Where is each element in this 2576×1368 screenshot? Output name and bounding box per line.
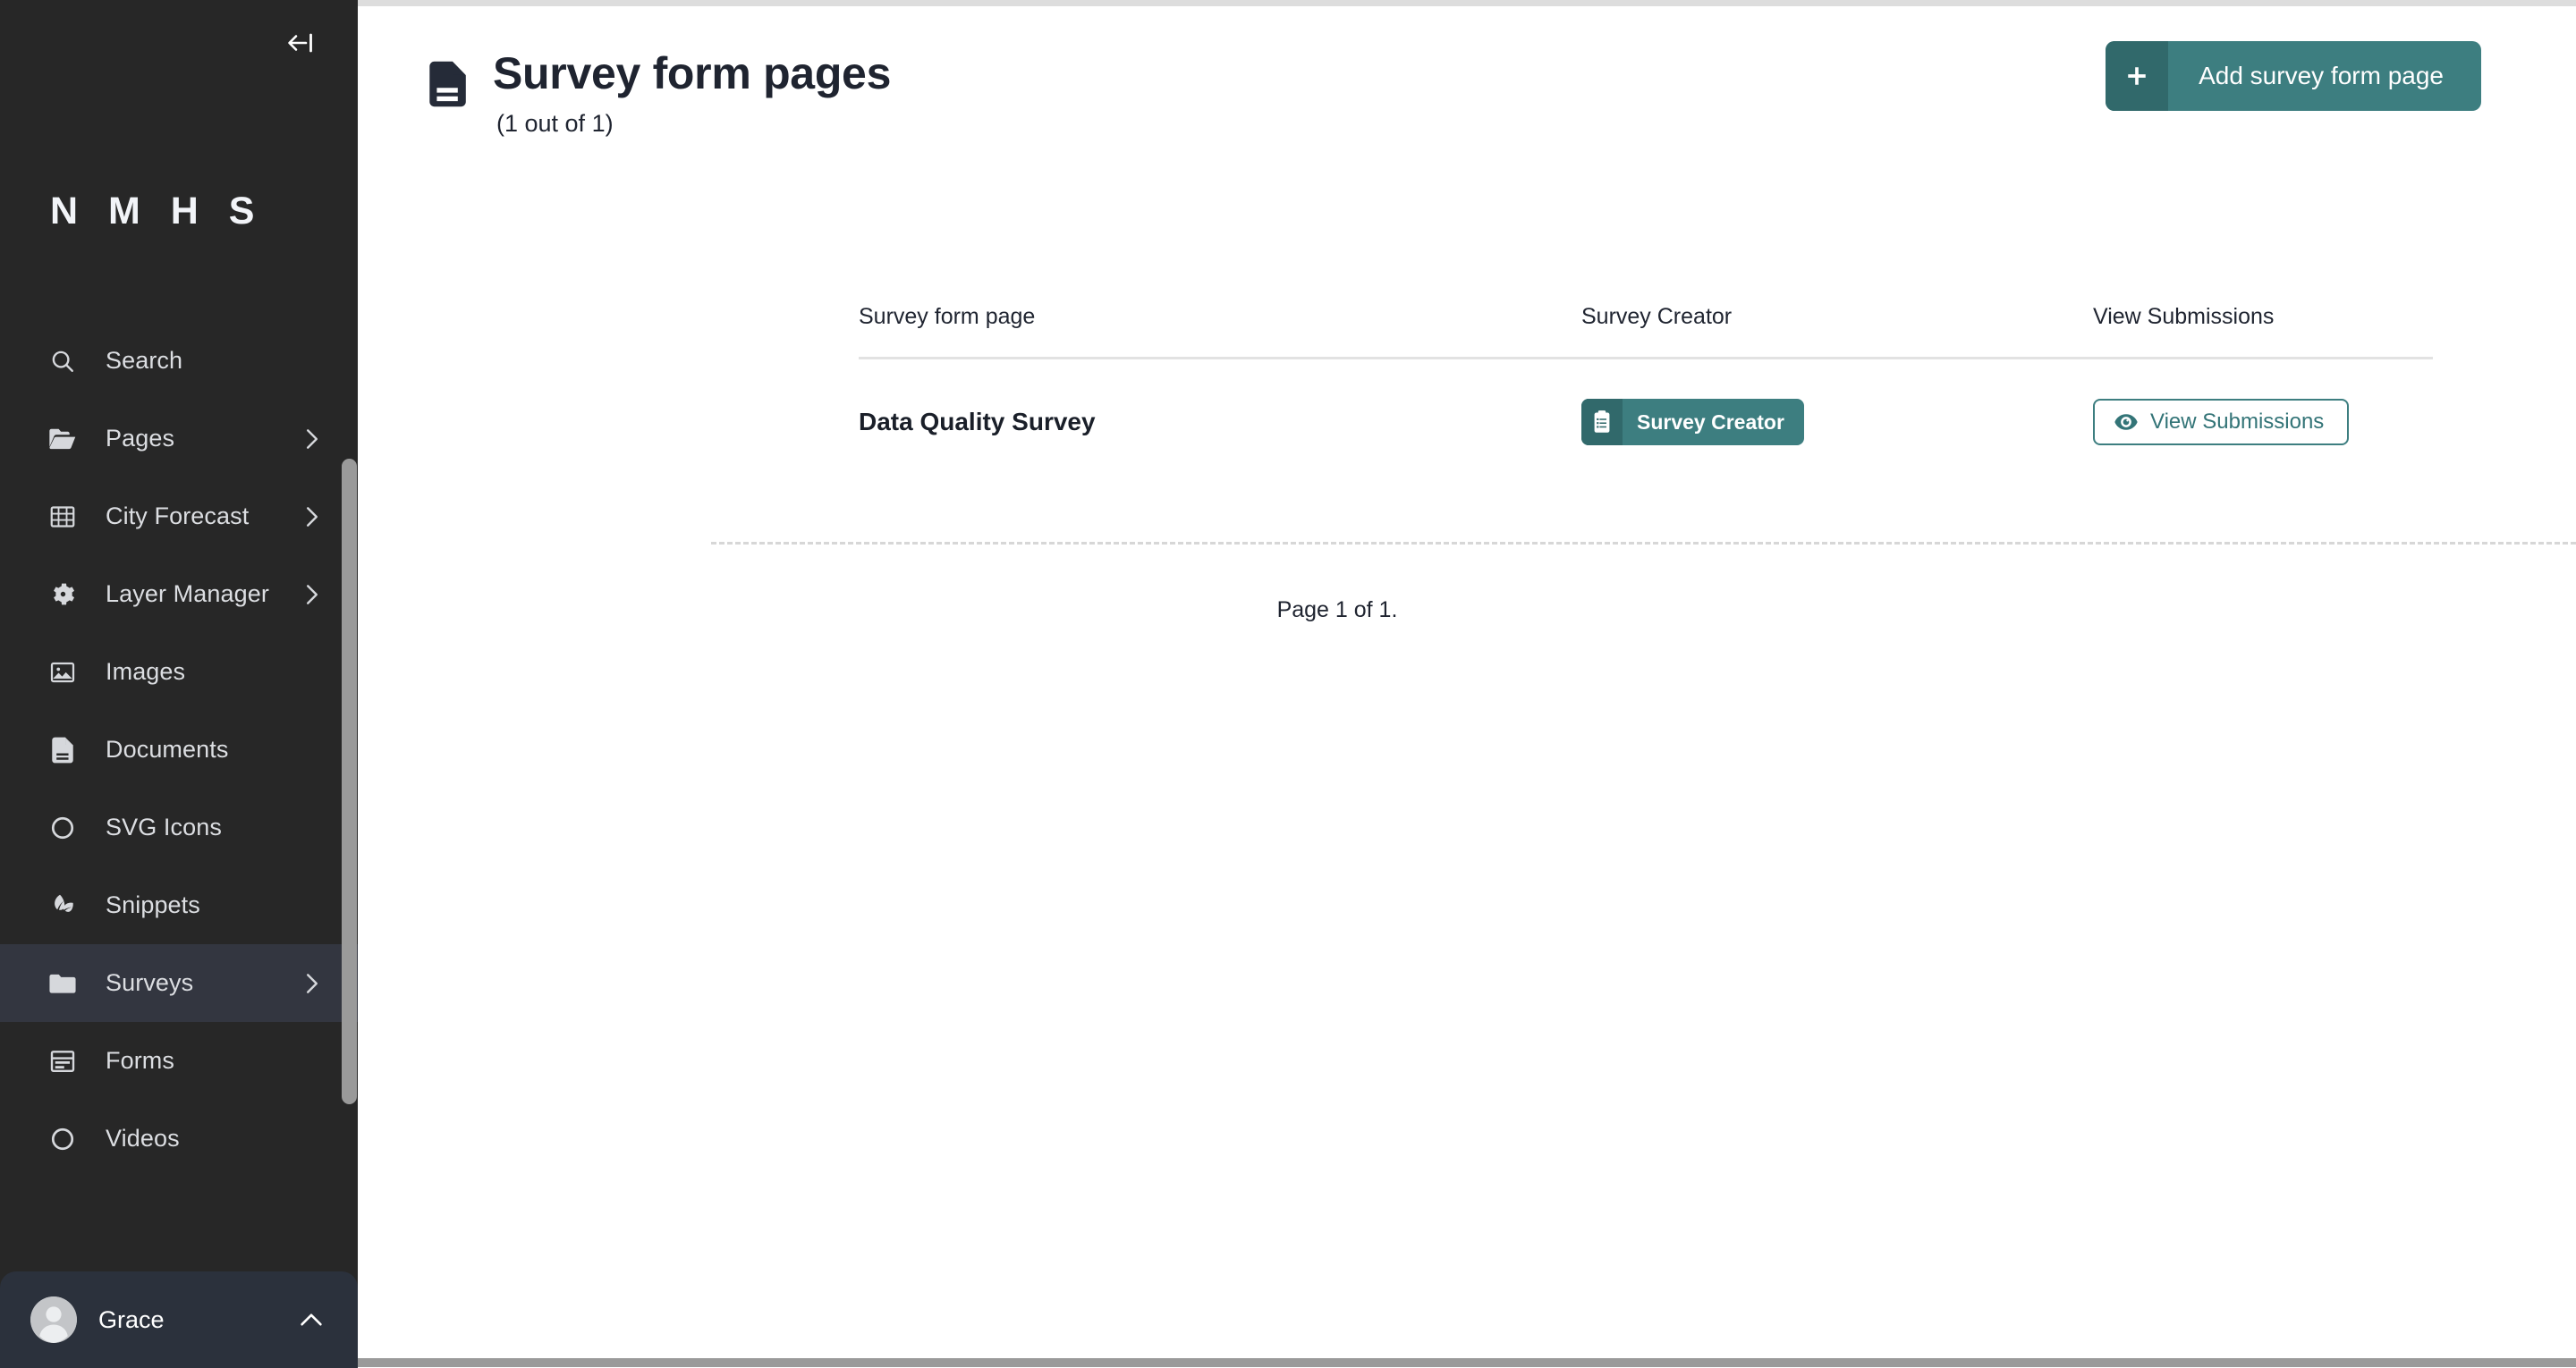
sidebar-item-label: Documents [106,736,229,763]
table-row: Data Quality Survey Survey Creator View … [859,359,2433,446]
survey-form-pages-table: Survey form page Survey Creator View Sub… [859,304,2433,445]
chevron-right-icon [301,972,324,995]
page-header: Survey form pages (1 out of 1) Add surve… [358,41,2576,157]
sidebar-item-label: Search [106,347,183,374]
folder-icon [43,964,82,1003]
main-content: Survey form pages (1 out of 1) Add surve… [358,0,2576,1368]
survey-creator-button-label: Survey Creator [1637,410,1784,434]
folder-open-icon [43,419,82,459]
sidebar-item-label: Images [106,658,186,685]
sidebar-nav: Search Pages City Forecast Layer Manager… [0,322,358,1271]
horizontal-scrollbar-thumb[interactable] [358,1358,2576,1367]
brand-logo: N M H S [50,190,265,232]
user-menu-button[interactable]: Grace [0,1271,358,1368]
circle-icon [43,808,82,848]
chevron-right-icon [301,583,324,606]
pagination-text: Page 1 of 1. [1276,597,1398,622]
table-header-row: Survey form page Survey Creator View Sub… [859,304,2433,359]
sidebar-item-label: Videos [106,1125,180,1152]
sidebar-item-label: Pages [106,425,175,452]
chevron-up-icon [299,1307,324,1332]
survey-name: Data Quality Survey [859,408,1096,435]
page-subtitle: (1 out of 1) [496,109,614,137]
cell-view-submissions: View Submissions [2093,359,2433,445]
collapse-left-icon [287,31,314,59]
chevron-right-icon [301,505,324,528]
sidebar-item-search[interactable]: Search [0,322,358,400]
view-submissions-button[interactable]: View Submissions [2093,399,2350,445]
sidebar-item-label: City Forecast [106,502,250,529]
sidebar-item-svg-icons[interactable]: SVG Icons [0,789,358,866]
clipboard-list-icon [1581,399,1623,445]
gear-icon [43,575,82,614]
document-icon [43,730,82,770]
table-icon [43,497,82,536]
sidebar-item-label: SVG Icons [106,814,222,840]
pagination: Page 1 of 1. [358,597,2576,623]
circle-icon [43,1119,82,1159]
content-divider [711,542,2576,545]
user-name: Grace [98,1305,165,1333]
sidebar-item-label: Layer Manager [106,580,269,607]
search-icon [43,342,82,381]
document-icon [425,57,471,111]
sidebar-item-city-forecast[interactable]: City Forecast [0,477,358,555]
sidebar-item-label: Snippets [106,891,200,918]
page-title-block: Survey form pages (1 out of 1) [425,50,891,136]
avatar [30,1296,77,1343]
sidebar-item-label: Surveys [106,969,194,996]
sidebar-header: N M H S [0,0,358,322]
survey-creator-button[interactable]: Survey Creator [1581,399,1804,445]
page-title: Survey form pages [493,48,892,98]
sidebar-item-images[interactable]: Images [0,633,358,711]
sidebar-item-surveys[interactable]: Surveys [0,944,358,1022]
add-button-label: Add survey form page [2199,62,2444,89]
sidebar-item-documents[interactable]: Documents [0,711,358,789]
cell-survey-creator: Survey Creator [1581,359,2093,445]
sidebar-item-snippets[interactable]: Snippets [0,866,358,944]
form-icon [43,1042,82,1081]
column-header-view-submissions: View Submissions [2093,304,2433,359]
add-survey-form-page-button[interactable]: Add survey form page [2106,41,2481,111]
leaf-icon [43,886,82,925]
collapse-sidebar-button[interactable] [281,27,320,63]
horizontal-scrollbar-track [358,1357,2576,1368]
cell-survey-name: Data Quality Survey [859,359,1581,446]
plus-icon [2106,41,2169,111]
sidebar-item-forms[interactable]: Forms [0,1022,358,1100]
app-root: N M H S Search Pages City Forecast Layer… [0,0,2576,1368]
chevron-right-icon [301,427,324,451]
sidebar: N M H S Search Pages City Forecast Layer… [0,0,358,1368]
sidebar-item-label: Forms [106,1047,174,1074]
sidebar-item-layer-manager[interactable]: Layer Manager [0,555,358,633]
sidebar-item-videos[interactable]: Videos [0,1100,358,1178]
sidebar-item-pages[interactable]: Pages [0,400,358,477]
top-strip [358,0,2576,6]
column-header-survey-form-page: Survey form page [859,304,1581,359]
view-submissions-button-label: View Submissions [2150,410,2325,434]
column-header-survey-creator: Survey Creator [1581,304,2093,359]
eye-icon [2114,413,2138,431]
image-icon [43,653,82,692]
